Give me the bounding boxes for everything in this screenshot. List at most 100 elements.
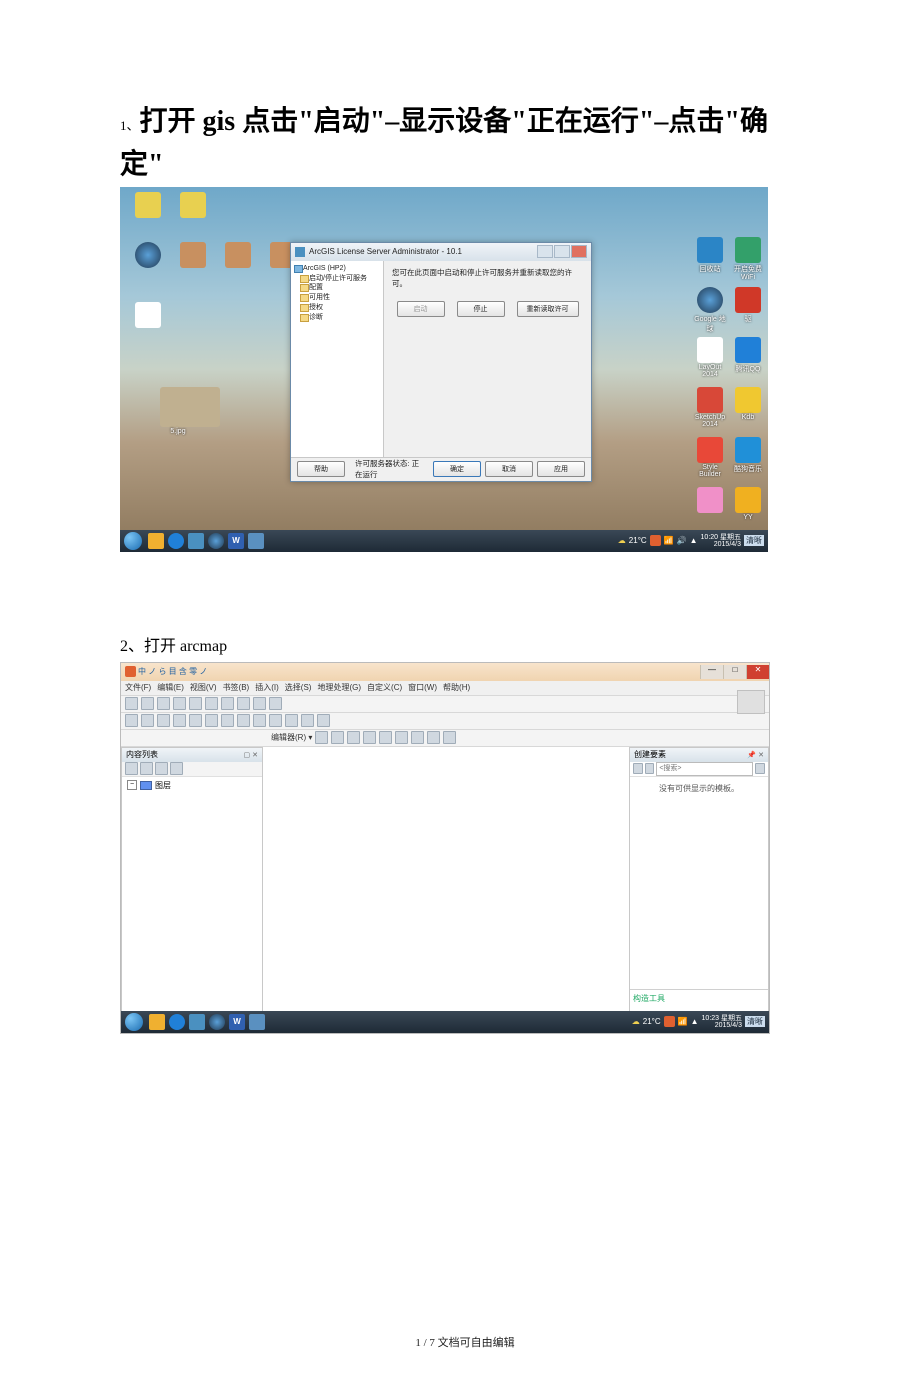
desktop-icon[interactable] (175, 192, 211, 219)
tool-icon[interactable] (331, 731, 344, 744)
zoom-in-icon[interactable] (125, 714, 138, 727)
taskbar[interactable]: W ☁ 21°C 📶 ▲ 10:23 星期五 2015/4/3 清晰 (121, 1011, 769, 1033)
cut-icon[interactable] (189, 697, 202, 710)
find-icon[interactable] (301, 714, 314, 727)
measure-icon[interactable] (317, 714, 330, 727)
taskbar-item[interactable]: W (228, 533, 244, 549)
taskbar-item[interactable] (209, 1014, 225, 1030)
taskbar[interactable]: W ☁ 21°C 📶 🔊 ▲ 10:20 星期五 2015/4/3 清晰 (120, 530, 768, 552)
list-by-drawing-icon[interactable] (125, 762, 138, 775)
menu-item[interactable]: 选择(S) (285, 682, 312, 693)
menu-item[interactable]: 插入(I) (255, 682, 279, 693)
save-icon[interactable] (157, 697, 170, 710)
editor-dropdown[interactable]: 编辑器(R) ▾ (271, 732, 312, 743)
list-by-visibility-icon[interactable] (155, 762, 168, 775)
desktop-icon[interactable] (175, 242, 211, 269)
full-extent-icon[interactable] (173, 714, 186, 727)
desktop-icon[interactable]: Kdb (730, 387, 766, 421)
volume-icon[interactable]: 🔊 (677, 536, 687, 545)
minimize-button[interactable] (537, 245, 553, 258)
menu-item[interactable]: 自定义(C) (367, 682, 402, 693)
desktop-icon[interactable] (130, 302, 166, 329)
menubar[interactable]: 文件(F) 编辑(E) 视图(V) 书签(B) 插入(I) 选择(S) 地理处理… (121, 681, 769, 696)
desktop-icon[interactable]: LayOut 2014 (692, 337, 728, 378)
desktop-icon[interactable] (220, 242, 256, 269)
taskbar-item[interactable] (248, 533, 264, 549)
clear-selection-icon[interactable] (269, 714, 282, 727)
nav-tree[interactable]: ArcGIS (HP2) 启动/停止许可服务 配置 可用性 授权 诊断 (291, 261, 384, 457)
pin-icon[interactable]: 📌 (747, 751, 756, 759)
tray-icon[interactable] (650, 535, 661, 546)
redo-icon[interactable] (269, 697, 282, 710)
reread-button[interactable]: 重新读取许可 (517, 301, 579, 317)
tool-icon[interactable] (427, 731, 440, 744)
taskbar-item[interactable] (249, 1014, 265, 1030)
desktop-icon[interactable]: Google 地球 (692, 287, 728, 334)
start-button[interactable] (124, 532, 142, 550)
desktop-icon[interactable]: 腾讯QQ (730, 337, 766, 374)
fixed-zoom-in-icon[interactable] (189, 714, 202, 727)
start-button[interactable] (125, 1013, 143, 1031)
apply-button[interactable]: 应用 (537, 461, 585, 477)
identify-icon[interactable] (285, 714, 298, 727)
ok-button[interactable]: 确定 (433, 461, 481, 477)
forward-icon[interactable] (237, 714, 250, 727)
tool-icon[interactable] (347, 731, 360, 744)
start-button[interactable]: 启动 (397, 301, 445, 317)
pan-icon[interactable] (157, 714, 170, 727)
open-icon[interactable] (141, 697, 154, 710)
clock[interactable]: 10:20 星期五 2015/4/3 (701, 534, 741, 548)
copy-icon[interactable] (205, 697, 218, 710)
map-canvas[interactable] (263, 747, 629, 1025)
desktop-icon[interactable]: 5.jpg (160, 387, 196, 435)
desktop-icon[interactable]: 开启免费WiFi (730, 237, 766, 281)
close-panel-icon[interactable]: ✕ (252, 751, 258, 759)
desktop-icon[interactable]: 驱 (730, 287, 766, 324)
new-icon[interactable] (125, 697, 138, 710)
layer-tree[interactable]: − 图层 (122, 777, 262, 794)
window-titlebar[interactable]: 中 ノ ら 目 含 零 ノ — □ ✕ (121, 663, 769, 681)
grid-icon[interactable] (645, 763, 655, 774)
taskbar-item[interactable]: W (229, 1014, 245, 1030)
menu-item[interactable]: 书签(B) (223, 682, 250, 693)
taskbar-item[interactable] (148, 533, 164, 549)
tool-icon[interactable] (411, 731, 424, 744)
desktop-icon[interactable]: Style Builder (692, 437, 728, 478)
minimize-button[interactable]: — (700, 665, 723, 679)
tree-root[interactable]: ArcGIS (HP2) (293, 264, 381, 274)
desktop-icon[interactable]: SketchUp 2014 (692, 387, 728, 428)
menu-item[interactable]: 编辑(E) (157, 682, 184, 693)
paste-icon[interactable] (221, 697, 234, 710)
system-tray[interactable]: ☁ 21°C 📶 ▲ 10:23 星期五 2015/4/3 清晰 (632, 1015, 769, 1029)
ime-indicator[interactable]: 清晰 (745, 1016, 765, 1027)
tool-icon[interactable] (395, 731, 408, 744)
filter-icon[interactable] (633, 763, 643, 774)
template-search-input[interactable] (656, 762, 753, 776)
list-by-source-icon[interactable] (140, 762, 153, 775)
ime-icon[interactable] (125, 666, 136, 677)
wifi-icon[interactable]: 📶 (664, 536, 674, 545)
desktop-icon[interactable] (130, 192, 166, 219)
taskbar-item[interactable] (149, 1014, 165, 1030)
help-button[interactable]: 帮助 (297, 461, 345, 477)
menu-item[interactable]: 视图(V) (190, 682, 217, 693)
select-icon[interactable] (253, 714, 266, 727)
delete-icon[interactable] (237, 697, 250, 710)
cancel-button[interactable]: 取消 (485, 461, 533, 477)
desktop-icon[interactable]: 回收站 (692, 237, 728, 274)
taskbar-item[interactable] (208, 533, 224, 549)
taskbar-item[interactable] (188, 533, 204, 549)
taskbar-item[interactable] (169, 1014, 185, 1030)
zoom-out-icon[interactable] (141, 714, 154, 727)
layer-label[interactable]: 图层 (155, 780, 171, 791)
fixed-zoom-out-icon[interactable] (205, 714, 218, 727)
expand-icon[interactable]: − (127, 780, 137, 790)
catalog-button[interactable] (737, 690, 765, 714)
system-tray[interactable]: ☁ 21°C 📶 🔊 ▲ 10:20 星期五 2015/4/3 清晰 (618, 534, 768, 548)
close-button[interactable]: ✕ (746, 665, 769, 679)
back-icon[interactable] (221, 714, 234, 727)
clock[interactable]: 10:23 星期五 2015/4/3 (702, 1015, 742, 1029)
desktop-icon[interactable] (130, 242, 166, 269)
tool-icon[interactable] (443, 731, 456, 744)
list-by-selection-icon[interactable] (170, 762, 183, 775)
